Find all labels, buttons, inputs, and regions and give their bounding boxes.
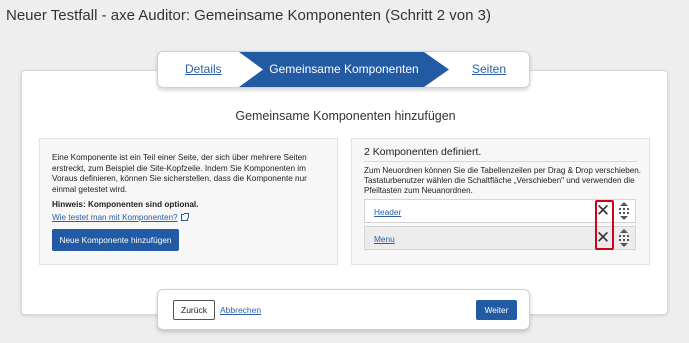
optional-hint: Hinweis: Komponenten sind optional. [52,200,199,209]
help-link-label[interactable]: Wie testet man mit Komponenten? [52,213,178,222]
info-text: Eine Komponente ist ein Teil einer Seite… [52,153,307,194]
component-link-menu[interactable]: Menu [374,234,395,244]
wizard-footer: Zurück Abbrechen Weiter [157,289,530,330]
component-count: 2 Komponenten definiert. [364,146,482,158]
add-component-button[interactable]: Neue Komponente hinzufügen [52,229,179,251]
drag-handle-icon[interactable] [615,228,633,248]
divider [364,161,637,162]
info-panel: Eine Komponente ist ein Teil einer Seite… [39,138,338,265]
highlight-box [595,200,614,250]
next-button[interactable]: Weiter [476,300,517,320]
back-button[interactable]: Zurück [173,300,215,320]
help-link[interactable]: Wie testet man mit Komponenten? [52,213,189,222]
page-title: Neuer Testfall - axe Auditor: Gemeinsame… [6,7,491,24]
step-pages-link[interactable]: Seiten [472,52,506,87]
step-details-link[interactable]: Details [185,52,222,87]
drag-handle-icon[interactable] [615,201,633,221]
step-common-components-active: Gemeinsame Komponenten [239,52,449,87]
components-panel: 2 Komponenten definiert. Zum Neuordnen k… [351,138,650,265]
reorder-instructions: Zum Neuordnen können Sie die Tabellenzei… [364,166,642,195]
stepper: Details Gemeinsame Komponenten Seiten [157,51,530,88]
component-link-header[interactable]: Header [374,207,401,217]
section-title: Gemeinsame Komponenten hinzufügen [235,109,456,123]
external-link-icon [180,213,189,221]
cancel-link[interactable]: Abbrechen [220,305,261,315]
